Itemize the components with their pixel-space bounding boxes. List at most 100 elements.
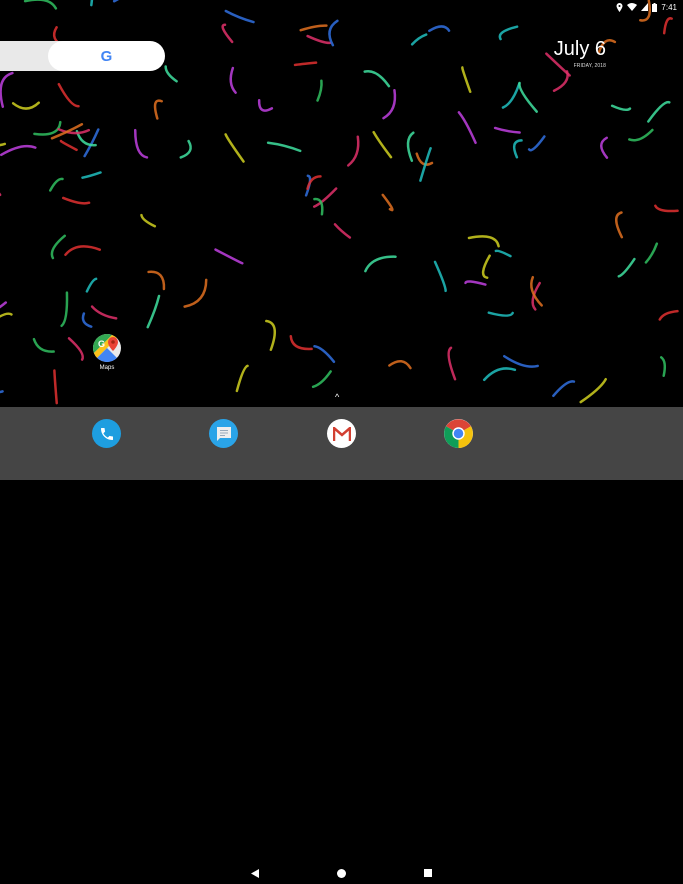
wallpaper-squiggle [313, 371, 331, 386]
chrome-icon [444, 419, 473, 448]
wallpaper-squiggle [365, 71, 389, 86]
wallpaper-squiggle [483, 256, 490, 278]
wallpaper-squiggle [0, 314, 11, 327]
wallpaper-squiggle [114, 0, 133, 1]
wallpaper-squiggle [661, 357, 665, 375]
wallpaper-squiggle [52, 236, 65, 258]
wallpaper-squiggle [489, 313, 513, 316]
wallpaper-squiggle [601, 138, 607, 158]
wallpaper-squiggle [91, 0, 93, 5]
wallpaper-squiggle [581, 379, 606, 402]
wallpaper-squiggle [459, 112, 476, 142]
wallpaper-squiggle [166, 67, 177, 82]
wallpaper-squiggle [554, 71, 568, 90]
gmail-icon [333, 427, 351, 441]
wallpaper-squiggle [25, 0, 56, 8]
wallpaper-squiggle [216, 250, 243, 264]
google-logo-icon: G [101, 48, 113, 65]
wallpaper-squiggle [291, 336, 312, 349]
wallpaper-squiggle [92, 307, 116, 319]
wallpaper-squiggle [226, 134, 244, 161]
wallpaper-squiggle [504, 356, 537, 366]
wallpaper-squiggle [231, 68, 236, 93]
wallpaper-squiggle [514, 140, 521, 157]
date-widget[interactable]: July 6 FRIDAY, 2018 [520, 38, 606, 69]
wallpaper-squiggle [408, 133, 413, 161]
dock-app-messages[interactable] [209, 419, 238, 448]
wallpaper-squiggle [389, 361, 410, 368]
wallpaper-squiggle [223, 25, 233, 42]
wallpaper-squiggle [553, 381, 574, 395]
wallpaper-squiggle [519, 83, 536, 112]
messages-icon [216, 426, 232, 442]
wallpaper-squiggle [469, 236, 499, 246]
maps-icon: G [93, 334, 121, 362]
wallpaper-squiggle [329, 21, 337, 45]
wallpaper-squiggle [466, 281, 486, 284]
recents-icon [424, 869, 432, 877]
wallpaper-squiggle [365, 257, 395, 271]
dock [0, 407, 683, 480]
wallpaper-squiggle [417, 154, 432, 165]
wallpaper-squiggle [612, 106, 630, 110]
wallpaper-squiggle [295, 63, 316, 65]
wallpaper-squiggle [496, 251, 511, 256]
status-bar: 7:41 [616, 0, 683, 14]
wallpaper-squiggle [65, 246, 99, 254]
wallpaper-squiggle [135, 130, 147, 157]
wallpaper-squiggle [141, 215, 154, 226]
wallpaper-squiggle [314, 189, 336, 207]
wallpaper-squiggle [83, 314, 91, 327]
wallpaper-squiggle [1, 146, 35, 155]
wallpaper-squiggle [34, 122, 60, 134]
wallpaper-squiggle [155, 101, 162, 119]
wifi-icon [627, 3, 637, 11]
wallpaper-squiggle [412, 35, 426, 45]
wallpaper-squiggle [664, 18, 671, 33]
app-maps[interactable]: G Maps [88, 334, 126, 371]
wallpaper-squiggle [503, 84, 519, 108]
date-text: July 6 [520, 38, 606, 61]
wallpaper-squiggle [13, 103, 39, 109]
wallpaper-squiggle [50, 179, 62, 191]
wallpaper-squiggle [59, 84, 79, 106]
recents-button[interactable] [418, 862, 438, 884]
wallpaper-squiggle [54, 370, 56, 403]
wallpaper-squiggle [0, 132, 5, 146]
dock-app-chrome[interactable] [444, 419, 473, 448]
wallpaper-squiggle [301, 26, 327, 31]
wallpaper-squiggle [266, 321, 274, 350]
wallpaper-squiggle [259, 100, 272, 110]
wallpaper-squiggle [495, 128, 520, 133]
home-button[interactable] [331, 862, 351, 884]
wallpaper-squiggle [34, 339, 54, 351]
wallpaper-squiggle [619, 259, 635, 276]
wallpaper-squiggle [383, 195, 393, 210]
wallpaper-squiggle [462, 67, 470, 91]
wallpaper-squiggle [1, 73, 13, 107]
wallpaper-squiggle [69, 338, 83, 359]
dock-app-gmail[interactable] [327, 419, 356, 448]
wallpaper-squiggle [374, 132, 391, 157]
wallpaper-squiggle [500, 27, 517, 39]
signal-icon [641, 3, 648, 11]
wallpaper-squiggle [335, 224, 350, 237]
day-year-text: FRIDAY, 2018 [520, 63, 606, 69]
wallpaper-squiggle [529, 136, 544, 150]
wallpaper-squiggle [87, 279, 96, 292]
wallpaper-squiggle [655, 206, 677, 211]
wallpaper-squiggle [348, 137, 358, 166]
wallpaper-squiggle [648, 102, 669, 121]
wallpaper-squiggle [148, 296, 159, 327]
wallpaper-squiggle [308, 36, 330, 43]
wallpaper-squiggle [181, 141, 191, 157]
wallpaper-squiggle [429, 26, 449, 30]
back-button[interactable] [245, 862, 265, 884]
google-search-widget[interactable]: G [0, 41, 165, 71]
search-pill[interactable]: G [48, 41, 165, 71]
wallpaper-squiggle [268, 143, 300, 151]
dock-app-phone[interactable] [92, 419, 121, 448]
app-drawer-handle[interactable]: ^ [335, 392, 339, 402]
battery-icon [652, 3, 657, 12]
svg-text:G: G [98, 339, 105, 349]
